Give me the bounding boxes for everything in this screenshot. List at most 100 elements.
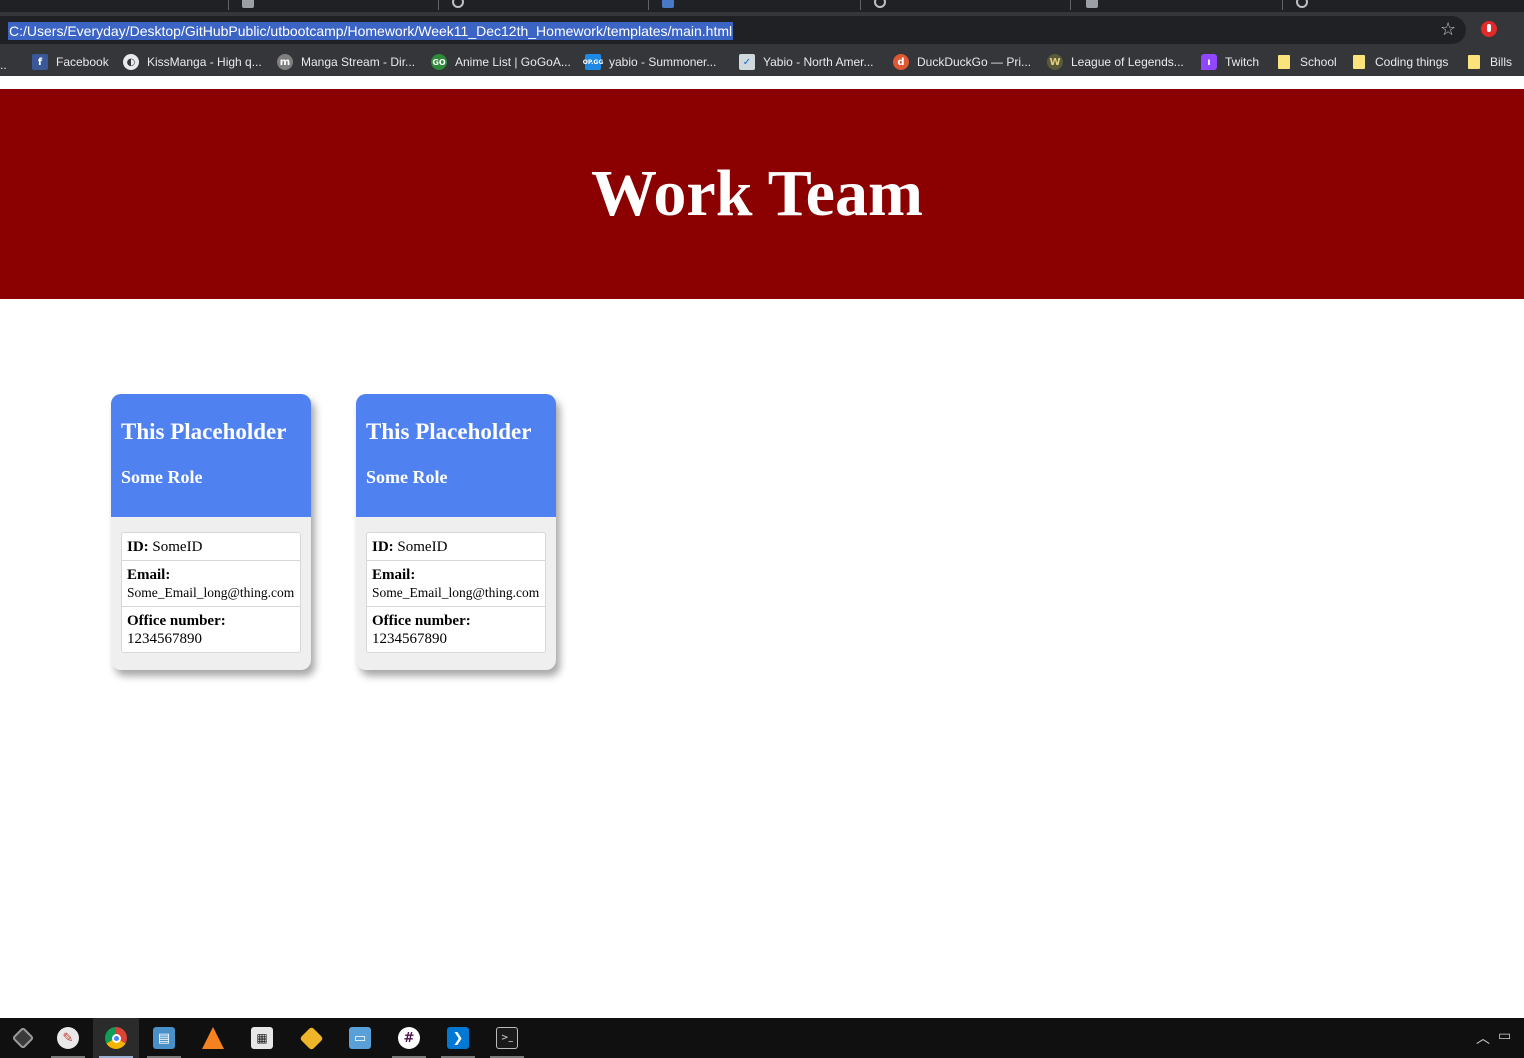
bookmark-anime-list[interactable]: GO Anime List | GoGoA... <box>431 48 571 76</box>
taskbar: ✎ ▤ ▦ ▭ # ❯ >_ ︿ ▭ <box>0 1018 1524 1058</box>
page-title: Work Team <box>591 157 923 230</box>
taskbar-chrome[interactable] <box>93 1018 139 1058</box>
page-content: Work Team This Placeholder Some Role ID:… <box>0 76 1524 1018</box>
globe-icon: ◐ <box>123 54 139 70</box>
start-icon <box>11 1026 35 1050</box>
employee-name: This Placeholder <box>366 419 532 444</box>
twitch-icon: ı <box>1201 54 1217 70</box>
employee-office-item: Office number: 1234567890 <box>367 607 545 652</box>
tab-favicon-icon[interactable] <box>1296 0 1308 8</box>
id-label: ID: <box>372 539 394 555</box>
bookmark-manga-stream[interactable]: m Manga Stream - Dir... <box>277 48 415 76</box>
terminal-icon: >_ <box>496 1027 518 1049</box>
yabio-icon: ✓ <box>739 54 755 70</box>
office-value: 1234567890 <box>372 631 447 647</box>
id-value: SomeID <box>152 539 203 555</box>
url-text[interactable]: C:/Users/Everyday/Desktop/GitHubPublic/u… <box>8 22 734 40</box>
tab-separator <box>1070 0 1071 10</box>
bookmark-label: yabio - Summoner... <box>609 55 717 69</box>
bookmark-folder-school[interactable]: School <box>1276 48 1337 76</box>
bookmark-label: KissManga - High q... <box>147 55 262 69</box>
chevron-up-icon[interactable]: ︿ <box>1476 1028 1490 1048</box>
bookmarks-bar: .. f Facebook ◐ KissManga - High q... m … <box>0 48 1524 76</box>
bookmark-yabio-summoner[interactable]: OP.GG yabio - Summoner... <box>583 48 717 76</box>
id-label: ID: <box>127 539 149 555</box>
taskbar-calculator[interactable]: ▦ <box>239 1018 285 1058</box>
bookmarks-overflow[interactable]: .. <box>0 58 7 72</box>
tab-separator <box>1282 0 1283 10</box>
office-label: Office number: <box>372 613 471 629</box>
bookmark-star-icon[interactable]: ☆ <box>1440 18 1456 42</box>
tab-favicon-icon[interactable] <box>452 0 464 8</box>
taskbar-notes[interactable]: ▤ <box>141 1018 187 1058</box>
employee-office-item: Office number: 1234567890 <box>122 607 300 652</box>
folder-icon <box>1468 55 1480 69</box>
taskbar-vlc[interactable] <box>190 1018 236 1058</box>
bookmark-twitch[interactable]: ı Twitch <box>1201 48 1259 76</box>
bookmark-label: Facebook <box>56 55 109 69</box>
tab-favicon-icon[interactable] <box>242 0 254 8</box>
chat-icon: ▭ <box>349 1027 371 1049</box>
opgg-icon: OP.GG <box>583 54 603 70</box>
bookmark-folder-bills[interactable]: Bills <box>1466 48 1512 76</box>
league-wiki-icon: W <box>1047 54 1063 70</box>
paint-icon: ✎ <box>57 1027 79 1049</box>
email-value: Some_Email_long@thing.com <box>372 585 540 600</box>
bookmark-label: League of Legends... <box>1071 55 1184 69</box>
employee-id-item: ID: SomeID <box>367 533 545 561</box>
chrome-icon <box>105 1027 127 1049</box>
bookmark-label: Twitch <box>1225 55 1260 69</box>
gogoanime-icon: GO <box>431 54 447 70</box>
bookmark-duckduckgo[interactable]: d DuckDuckGo — Pri... <box>893 48 1031 76</box>
notes-icon: ▤ <box>153 1027 175 1049</box>
bookmark-label: Bills <box>1490 55 1513 69</box>
taskbar-git[interactable] <box>288 1018 334 1058</box>
browser-toolbar: C:/Users/Everyday/Desktop/GitHubPublic/u… <box>0 12 1524 48</box>
tab-favicon-icon[interactable] <box>662 0 674 8</box>
employee-card: This Placeholder Some Role ID: SomeID Em… <box>111 394 311 670</box>
bookmark-folder-coding[interactable]: Coding things <box>1351 48 1448 76</box>
employee-role: Some Role <box>366 467 448 487</box>
email-value: Some_Email_long@thing.com <box>127 585 295 600</box>
taskbar-chat[interactable]: ▭ <box>337 1018 383 1058</box>
address-bar[interactable]: C:/Users/Everyday/Desktop/GitHubPublic/u… <box>0 16 1466 44</box>
bookmark-league-wiki[interactable]: W League of Legends... <box>1047 48 1184 76</box>
tab-strip <box>0 0 1524 12</box>
bookmark-label: Anime List | GoGoA... <box>455 55 571 69</box>
employee-role: Some Role <box>121 467 203 487</box>
employee-name: This Placeholder <box>121 419 287 444</box>
git-icon <box>298 1025 324 1051</box>
taskbar-paint[interactable]: ✎ <box>45 1018 91 1058</box>
taskbar-slack[interactable]: # <box>386 1018 432 1058</box>
bookmark-yabio-na[interactable]: ✓ Yabio - North Amer... <box>739 48 874 76</box>
tab-separator <box>860 0 861 10</box>
card-header: This Placeholder Some Role <box>356 394 556 517</box>
bookmark-label: School <box>1300 55 1337 69</box>
id-value: SomeID <box>397 539 448 555</box>
employee-id-item: ID: SomeID <box>122 533 300 561</box>
card-header: This Placeholder Some Role <box>111 394 311 517</box>
employee-email-item: Email: Some_Email_long@thing.com <box>122 561 300 607</box>
tab-separator <box>648 0 649 10</box>
extension-icon[interactable] <box>1481 21 1497 37</box>
taskbar-terminal[interactable]: >_ <box>484 1018 530 1058</box>
email-label: Email: <box>372 567 416 583</box>
header-banner: Work Team <box>0 89 1524 299</box>
vscode-icon: ❯ <box>447 1027 469 1049</box>
office-label: Office number: <box>127 613 226 629</box>
bookmark-label: DuckDuckGo — Pri... <box>917 55 1032 69</box>
start-button[interactable] <box>0 1018 46 1058</box>
network-icon[interactable]: ▭ <box>1498 1028 1511 1044</box>
duckduckgo-icon: d <box>893 54 909 70</box>
employee-email-item: Email: Some_Email_long@thing.com <box>367 561 545 607</box>
tab-favicon-icon[interactable] <box>1086 0 1098 8</box>
bookmark-label: Coding things <box>1375 55 1449 69</box>
facebook-icon: f <box>32 54 48 70</box>
taskbar-vscode[interactable]: ❯ <box>435 1018 481 1058</box>
slack-icon: # <box>398 1027 420 1049</box>
tab-favicon-icon[interactable] <box>874 0 886 8</box>
email-label: Email: <box>127 567 171 583</box>
bookmark-facebook[interactable]: f Facebook <box>32 48 109 76</box>
folder-icon <box>1278 55 1290 69</box>
bookmark-kissmanga[interactable]: ◐ KissManga - High q... <box>123 48 262 76</box>
